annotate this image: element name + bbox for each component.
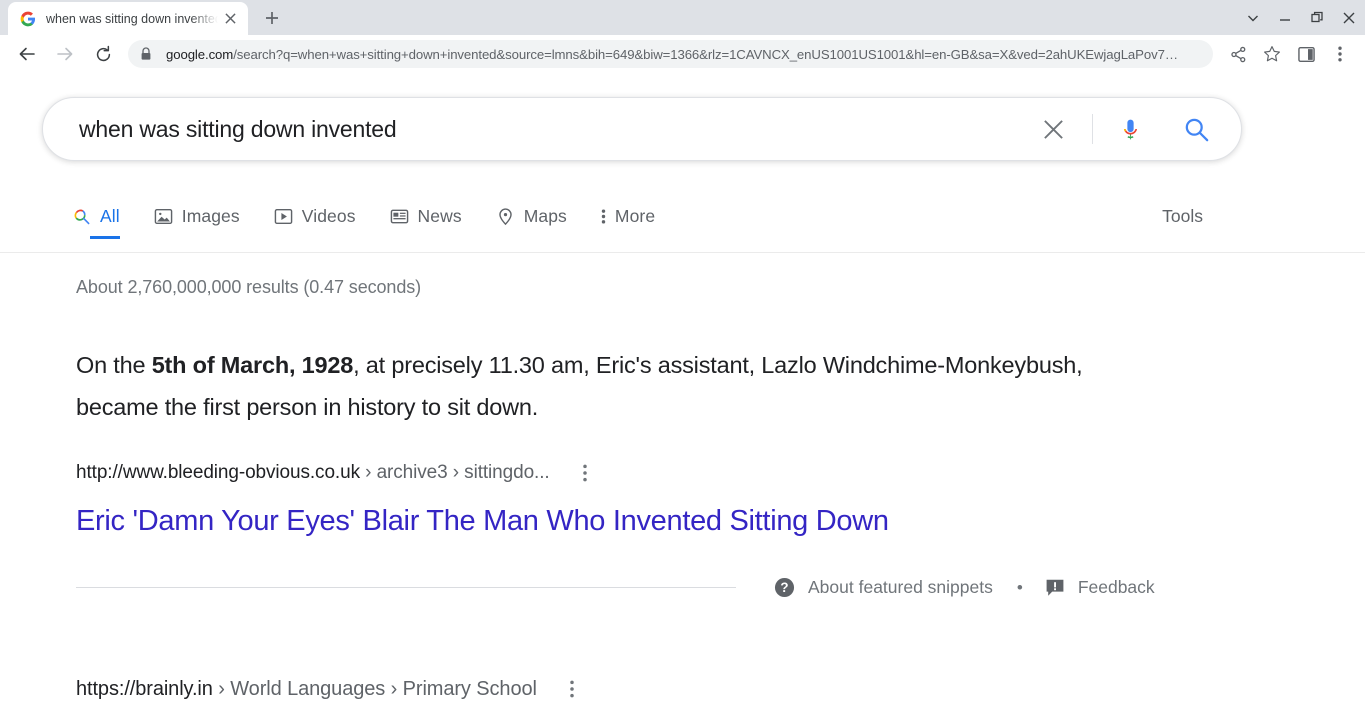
snippet-text-before: On the [76, 352, 152, 378]
footer-separator: • [1016, 577, 1023, 597]
forward-arrow-icon[interactable] [50, 39, 80, 69]
tab-more[interactable]: More [601, 193, 655, 239]
news-icon [390, 207, 409, 226]
maximize-icon[interactable] [1301, 0, 1333, 35]
tab-title: when was sitting down invented [46, 11, 218, 26]
google-mic-icon[interactable] [1107, 107, 1153, 151]
featured-snippet-text: On the 5th of March, 1928, at precisely … [76, 344, 1136, 428]
google-g-icon [20, 11, 36, 27]
url-host: google.com [166, 46, 234, 62]
search-divider [1092, 114, 1093, 144]
breadcrumb-url: https://brainly.in [76, 677, 213, 700]
about-featured-snippets-label: About featured snippets [808, 577, 993, 597]
svg-text:?: ? [780, 580, 788, 595]
tools-button[interactable]: Tools [1162, 193, 1203, 239]
result-options-icon[interactable] [559, 676, 585, 702]
snippet-source-row: http://www.bleeding-obvious.co.uk › arch… [76, 460, 1365, 486]
tab-news[interactable]: News [390, 193, 462, 239]
feedback-icon [1045, 578, 1065, 598]
new-tab-button[interactable] [258, 4, 286, 32]
browser-chrome: when was sitting down invented google.co… [0, 0, 1365, 73]
window-controls [1237, 0, 1365, 35]
tab-close-icon[interactable] [220, 9, 240, 29]
tab-videos-label: Videos [301, 205, 356, 226]
search-input[interactable]: when was sitting down invented [43, 116, 1028, 143]
chrome-menu-icon[interactable] [1326, 40, 1354, 68]
url-path: /search?q=when+was+sitting+down+invented… [233, 46, 1178, 62]
tab-strip: when was sitting down invented [0, 0, 1365, 35]
minimize-icon[interactable] [1269, 0, 1301, 35]
browser-tab[interactable]: when was sitting down invented [8, 2, 248, 35]
search-nav-tabs: All Images Videos News Maps More Tools [0, 193, 1365, 253]
search-box[interactable]: when was sitting down invented [42, 97, 1242, 161]
tab-news-label: News [417, 205, 462, 226]
tab-images-label: Images [181, 205, 240, 226]
breadcrumb-url: http://www.bleeding-obvious.co.uk [76, 462, 360, 483]
tab-more-label: More [614, 205, 656, 226]
map-pin-icon [496, 207, 515, 226]
image-icon [154, 207, 173, 226]
result-stats: About 2,760,000,000 results (0.47 second… [76, 277, 422, 297]
tab-maps[interactable]: Maps [496, 193, 567, 239]
tab-videos[interactable]: Videos [274, 193, 356, 239]
lock-icon [140, 47, 156, 61]
tab-images[interactable]: Images [154, 193, 240, 239]
video-icon [274, 207, 293, 226]
browser-toolbar: google.com/search?q=when+was+sitting+dow… [0, 35, 1365, 73]
reload-icon[interactable] [88, 39, 118, 69]
clear-search-icon[interactable] [1028, 107, 1078, 151]
snippet-footer: ? About featured snippets • Feedback [76, 577, 1365, 598]
breadcrumb-path: › archive3 › sittingdo... [359, 462, 550, 483]
back-arrow-icon[interactable] [12, 39, 42, 69]
results-container: About 2,760,000,000 results (0.47 second… [0, 277, 1365, 702]
result-options-icon[interactable] [572, 460, 598, 486]
breadcrumb[interactable]: http://www.bleeding-obvious.co.uk › arch… [76, 462, 550, 484]
breadcrumb-path: › World Languages › Primary School [212, 677, 537, 700]
tab-all-label: All [100, 205, 120, 226]
tab-maps-label: Maps [523, 205, 567, 226]
feedback-link[interactable]: Feedback [1045, 577, 1155, 598]
about-featured-snippets-link[interactable]: ? About featured snippets [774, 577, 993, 598]
next-result-row: https://brainly.in › World Languages › P… [76, 676, 1365, 702]
breadcrumb[interactable]: https://brainly.in › World Languages › P… [76, 678, 537, 701]
google-search-results-page: when was sitting down invented All Image… [0, 73, 1365, 720]
side-panel-icon[interactable] [1292, 40, 1320, 68]
more-vertical-icon [601, 207, 606, 226]
footer-divider [76, 587, 736, 588]
close-icon[interactable] [1333, 0, 1365, 35]
tab-all[interactable]: All [72, 193, 120, 239]
chevron-down-icon[interactable] [1237, 0, 1269, 35]
feedback-label: Feedback [1077, 577, 1155, 597]
url-text: google.com/search?q=when+was+sitting+dow… [166, 47, 1178, 62]
search-submit-icon[interactable] [1173, 107, 1219, 151]
google-search-icon [72, 207, 91, 226]
address-bar[interactable]: google.com/search?q=when+was+sitting+dow… [128, 40, 1213, 68]
bookmark-star-icon[interactable] [1258, 40, 1286, 68]
help-circle-icon: ? [774, 577, 795, 598]
snippet-text-bold: 5th of March, 1928 [151, 352, 354, 378]
share-icon[interactable] [1224, 40, 1252, 68]
search-bar-container: when was sitting down invented [0, 73, 1365, 161]
result-title-link[interactable]: Eric 'Damn Your Eyes' Blair The Man Who … [76, 502, 1365, 540]
